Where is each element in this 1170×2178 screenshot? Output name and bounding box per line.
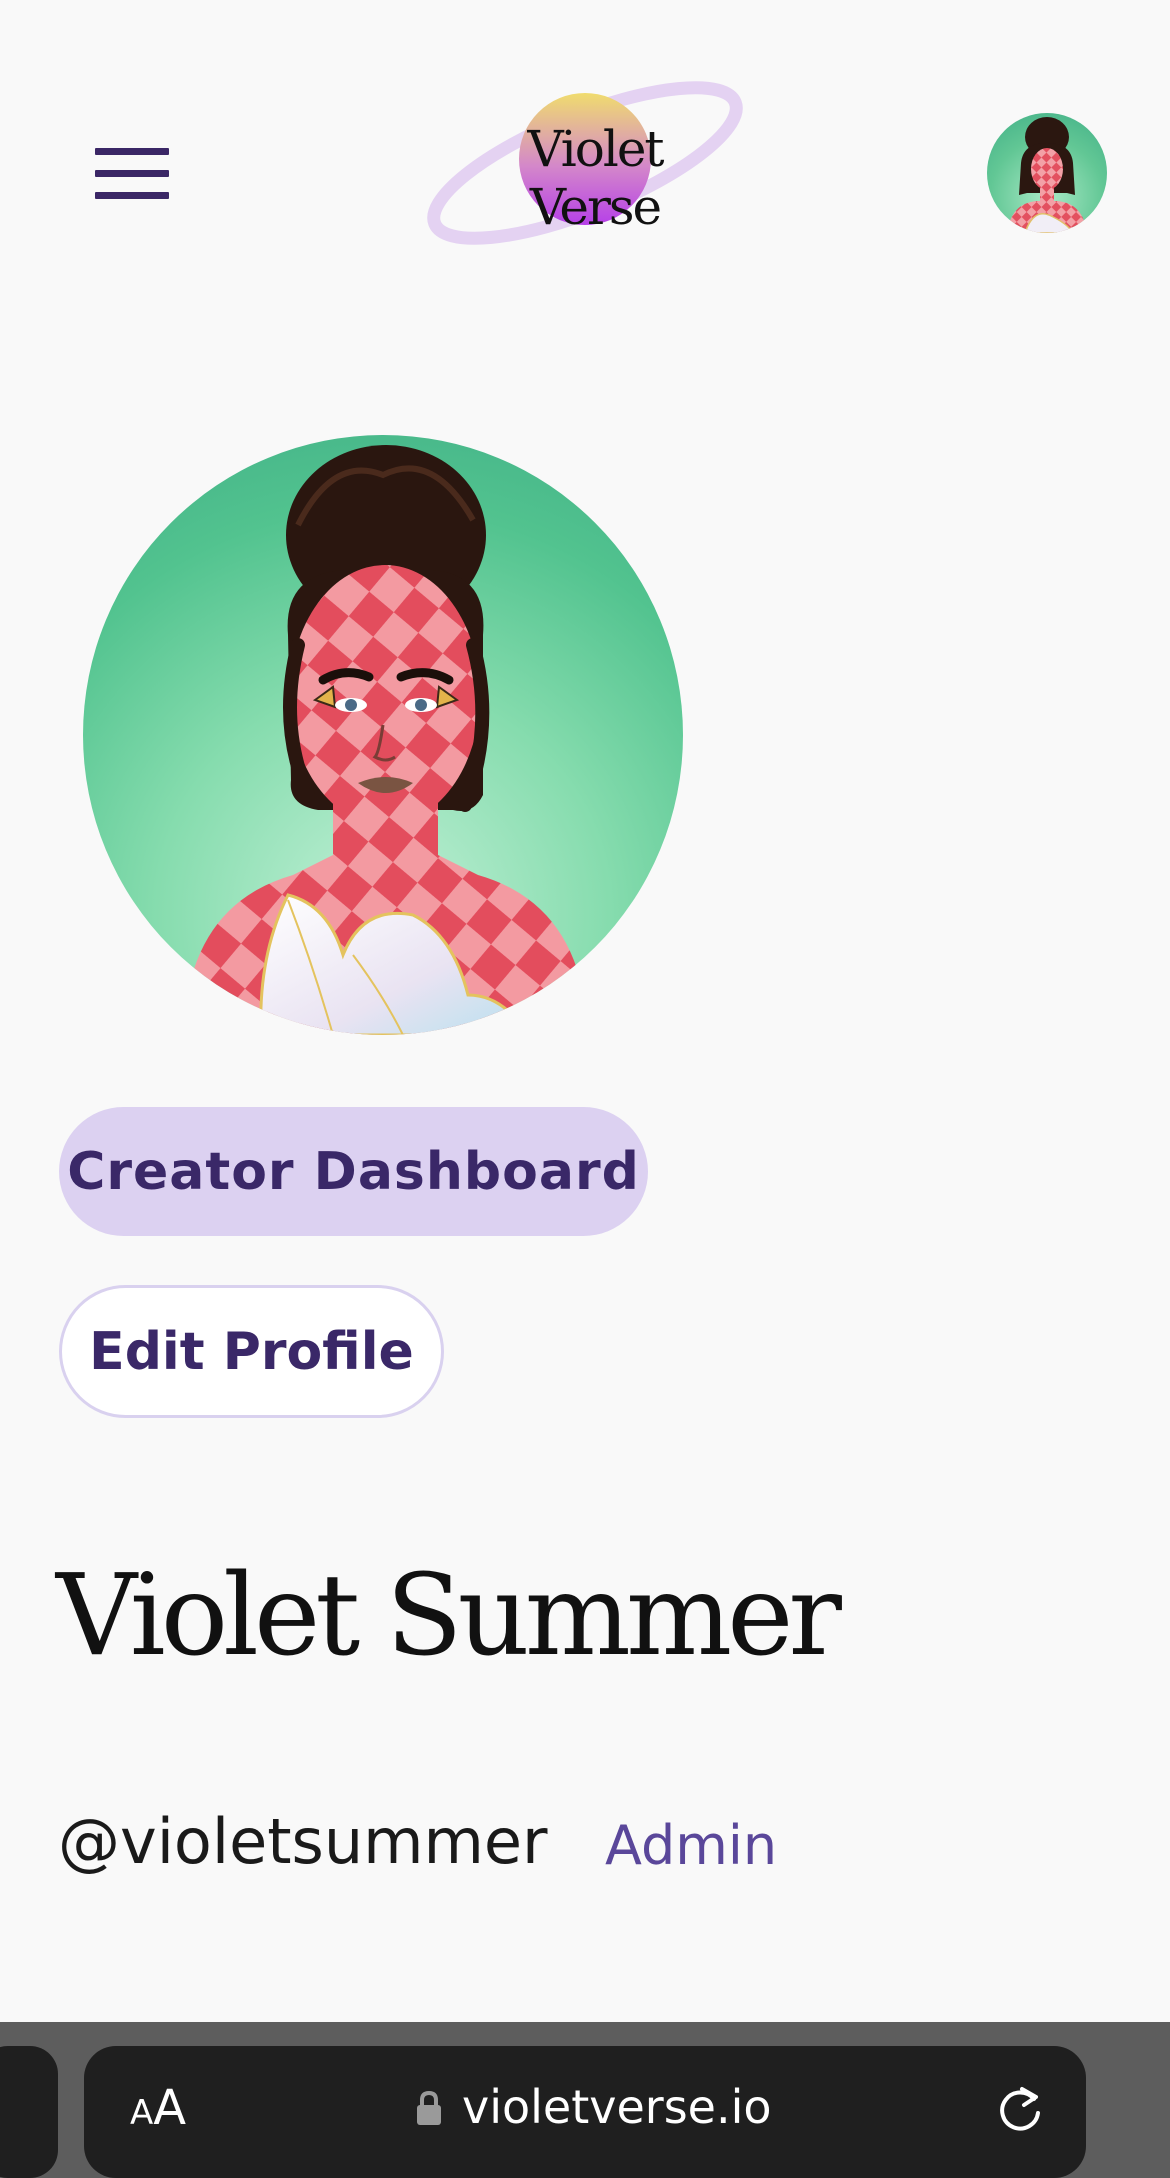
edit-profile-button[interactable]: Edit Profile (59, 1285, 444, 1418)
text-size-big-glyph: A (153, 2080, 187, 2136)
profile-portrait-graphic (183, 445, 588, 1035)
avatar-portrait-graphic (1007, 117, 1087, 233)
profile-picture (83, 435, 683, 1035)
reload-icon[interactable] (994, 2083, 1046, 2135)
logo-text: Violet Verse (527, 120, 665, 236)
lock-icon (417, 2090, 441, 2125)
creator-dashboard-button[interactable]: Creator Dashboard (59, 1107, 648, 1236)
previous-tab-stub[interactable] (0, 2046, 58, 2178)
violet-verse-logo[interactable]: Violet Verse (425, 75, 750, 255)
role-badge: Admin (605, 1814, 778, 1877)
text-size-small-glyph: A (130, 2093, 154, 2133)
hamburger-menu-icon[interactable] (95, 148, 169, 200)
url-text[interactable]: violetverse.io (462, 2080, 772, 2134)
profile-display-name: Violet Summer (56, 1551, 842, 1681)
profile-handle: @violetsummer (58, 1805, 548, 1878)
user-avatar[interactable] (987, 113, 1107, 233)
text-size-button[interactable]: AA (130, 2080, 186, 2136)
